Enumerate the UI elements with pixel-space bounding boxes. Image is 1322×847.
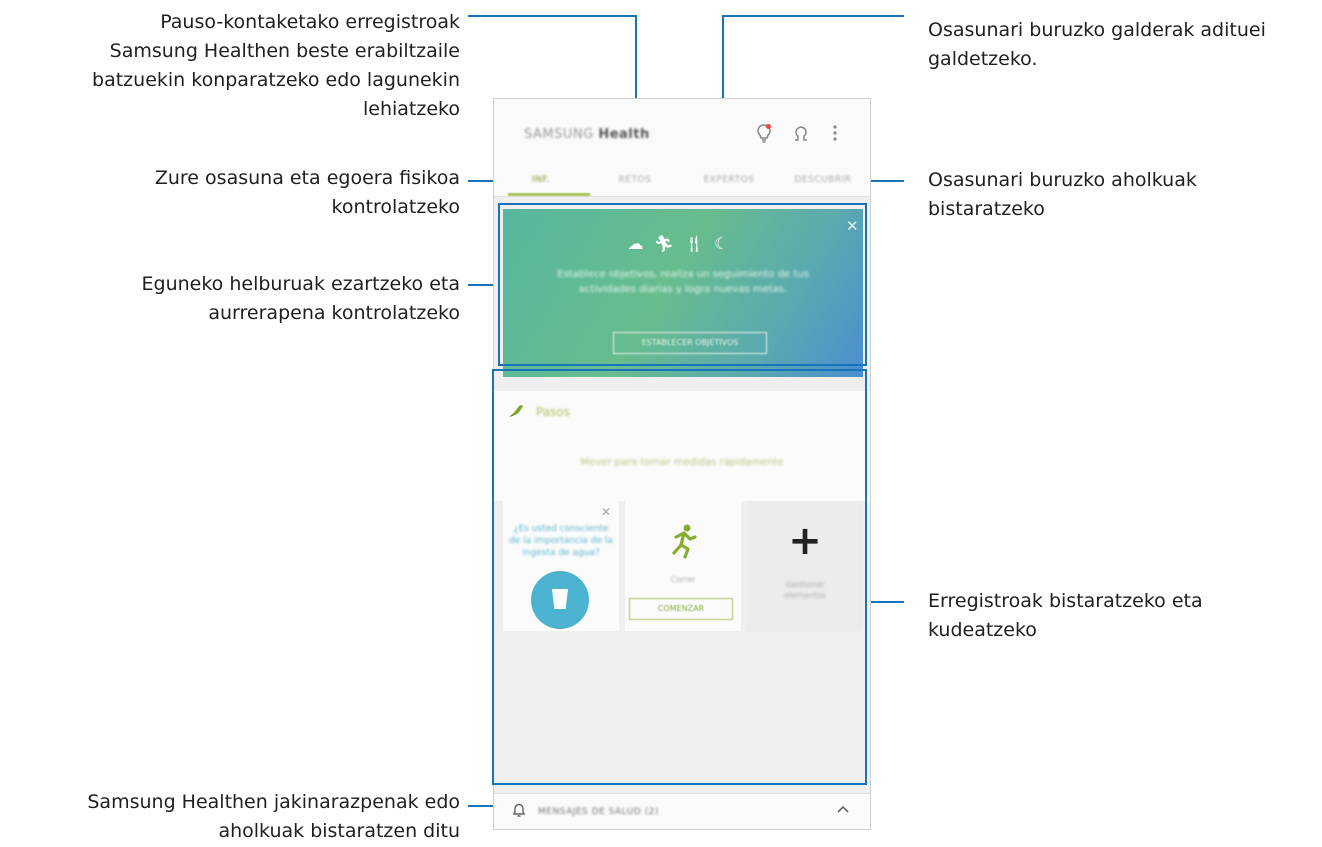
app-title-main: Health: [598, 127, 650, 142]
lightbulb-icon[interactable]: [756, 124, 772, 149]
app-title: SAMSUNG Health: [524, 127, 650, 142]
leader-line: [722, 15, 904, 17]
expert-icon[interactable]: [792, 124, 810, 147]
highlight-banner: [498, 203, 867, 366]
bell-icon: [512, 802, 526, 822]
tab-info[interactable]: INF.: [494, 165, 588, 195]
leader-line: [866, 601, 904, 603]
highlight-records: [492, 369, 867, 785]
leader-line: [468, 15, 636, 17]
tab-bar: INF. RETOS EXPERTOS DESCUBRIR: [494, 165, 870, 195]
more-icon[interactable]: [832, 124, 838, 147]
callout-health-status: Zure osasuna eta egoera fisikoa kontrola…: [154, 167, 460, 218]
health-messages-label: MENSAJES DE SALUD (2): [538, 807, 659, 817]
callout-notifications: Samsung Healthen jakinarazpenak edo ahol…: [87, 791, 460, 842]
callout-steps-compare: Pauso-kontaketako erregistroak Samsung H…: [92, 11, 460, 120]
callout-daily-goals: Eguneko helburuak ezartzeko eta aurrerap…: [141, 273, 460, 324]
tab-experts[interactable]: EXPERTOS: [682, 165, 776, 195]
tab-discover[interactable]: DESCUBRIR: [776, 165, 870, 195]
chevron-up-icon[interactable]: [836, 802, 850, 818]
callout-expert-questions: Osasunari buruzko galderak adituei galde…: [928, 19, 1266, 70]
callout-records: Erregistroak bistaratzeko eta kudeatzeko: [928, 590, 1203, 641]
app-bar: SAMSUNG Health INF. RETOS EXPERTOS DESCU…: [494, 99, 870, 197]
tab-challenges[interactable]: RETOS: [588, 165, 682, 195]
active-tab-indicator: [508, 193, 590, 196]
notifications-bar[interactable]: MENSAJES DE SALUD (2): [494, 793, 870, 829]
app-title-prefix: SAMSUNG: [524, 127, 594, 142]
callout-health-tips: Osasunari buruzko aholkuak bistaratzeko: [928, 169, 1197, 220]
